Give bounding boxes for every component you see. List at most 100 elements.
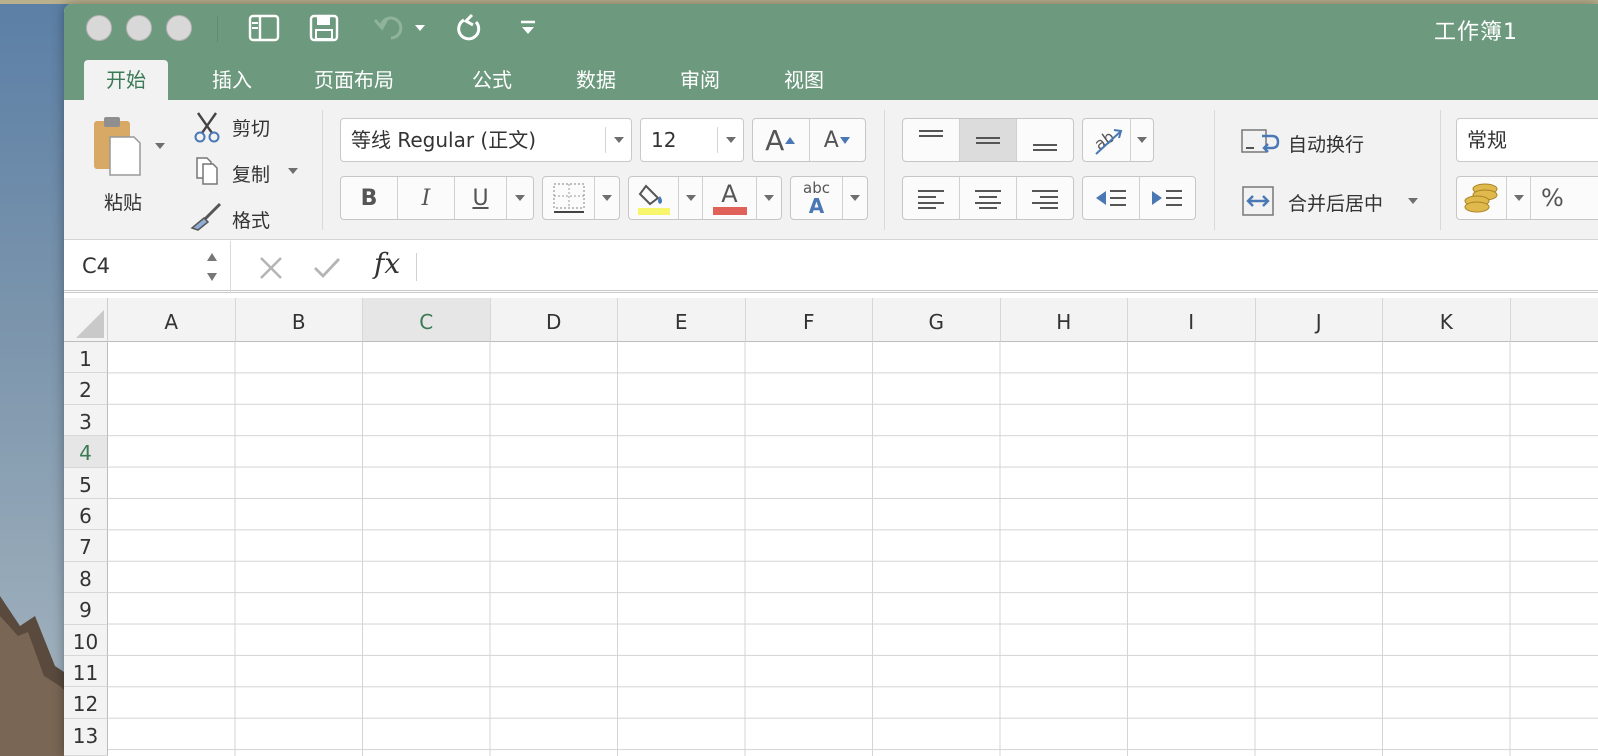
font-name-dropdown[interactable] (605, 127, 631, 153)
italic-button[interactable]: I (398, 177, 455, 219)
column-header-i[interactable]: I (1128, 298, 1256, 342)
name-box[interactable]: C4 (82, 254, 110, 278)
save-button[interactable] (308, 13, 340, 43)
select-all-corner[interactable] (64, 298, 108, 342)
wrap-text-button[interactable] (1240, 124, 1280, 158)
decrease-indent-button[interactable] (1083, 177, 1140, 219)
row-header-7[interactable]: 7 (64, 530, 108, 562)
row-header-13[interactable]: 13 (64, 718, 108, 756)
borders-dropdown[interactable] (595, 177, 619, 219)
font-size-dropdown[interactable] (717, 127, 743, 153)
column-header-b[interactable]: B (235, 298, 363, 342)
column-header-j[interactable]: J (1255, 298, 1383, 342)
cut-label[interactable]: 剪切 (232, 114, 270, 141)
align-left-button[interactable] (903, 177, 960, 219)
insert-function-icon[interactable]: fx (374, 247, 400, 280)
name-box-stepper-icon[interactable] (205, 250, 219, 284)
sidebar-toggle-button[interactable] (246, 13, 282, 43)
row-header-4[interactable]: 4 (64, 436, 108, 468)
text-orientation-dropdown[interactable] (1131, 119, 1153, 161)
tab-view[interactable]: 视图 (762, 60, 846, 100)
font-color-button[interactable]: A (703, 177, 757, 219)
row-header-5[interactable]: 5 (64, 467, 108, 499)
format-painter-label[interactable]: 格式 (232, 206, 270, 233)
text-orientation-button[interactable]: ab (1083, 119, 1131, 161)
accounting-format-button[interactable] (1457, 177, 1507, 219)
wrap-text-label[interactable]: 自动换行 (1288, 130, 1364, 157)
font-name-select[interactable]: 等线 Regular (正文) (340, 118, 632, 162)
align-bottom-button[interactable] (1017, 119, 1073, 161)
merge-center-label[interactable]: 合并后居中 (1288, 189, 1383, 216)
align-middle-button[interactable] (960, 119, 1017, 161)
tab-home[interactable]: 开始 (84, 60, 168, 100)
percent-style-button[interactable]: % (1531, 177, 1571, 219)
save-icon (309, 14, 339, 42)
row-header-11[interactable]: 11 (64, 656, 108, 688)
column-header-e[interactable]: E (618, 298, 746, 342)
redo-button[interactable] (452, 13, 486, 43)
align-center-button[interactable] (960, 177, 1017, 219)
row-header-1[interactable]: 1 (64, 342, 108, 374)
align-left-icon (918, 190, 944, 209)
font-color-dropdown[interactable] (757, 177, 781, 219)
decrease-font-size-button[interactable]: A (810, 119, 866, 161)
fill-color-button[interactable] (629, 177, 679, 219)
tab-page-layout[interactable]: 页面布局 (292, 60, 416, 100)
orientation-group: ab (1082, 118, 1154, 162)
row-header-9[interactable]: 9 (64, 593, 108, 625)
increase-font-size-button[interactable]: A (753, 119, 810, 161)
paste-button[interactable] (88, 114, 144, 178)
column-header-h[interactable]: H (1000, 298, 1128, 342)
row-header-8[interactable]: 8 (64, 561, 108, 594)
column-header-a[interactable]: A (108, 298, 236, 342)
row-header-3[interactable]: 3 (64, 404, 108, 437)
phonetic-guide-button[interactable]: abc A (791, 177, 843, 219)
tab-formulas[interactable]: 公式 (450, 60, 534, 100)
underline-button[interactable]: U (455, 177, 507, 219)
increase-indent-button[interactable] (1140, 177, 1196, 219)
customize-toolbar-button[interactable] (516, 13, 540, 43)
align-top-button[interactable] (903, 119, 960, 161)
format-painter-button[interactable] (190, 202, 224, 232)
borders-button[interactable] (543, 177, 595, 219)
bold-button[interactable]: B (341, 177, 398, 219)
accounting-format-dropdown[interactable] (1507, 177, 1531, 219)
merge-center-button[interactable] (1240, 184, 1276, 218)
copy-button[interactable] (192, 156, 222, 186)
column-header-k[interactable]: K (1383, 298, 1511, 342)
underline-options-dropdown[interactable] (507, 177, 533, 219)
font-size-select[interactable]: 12 (640, 118, 744, 162)
cancel-entry-icon[interactable] (258, 255, 284, 281)
column-header-c[interactable]: C (363, 298, 491, 342)
decrease-indent-icon (1095, 190, 1126, 206)
cell-area[interactable] (108, 342, 1598, 756)
font-size-adjust-group: A A (752, 118, 866, 162)
formula-input[interactable] (428, 251, 1588, 283)
confirm-entry-icon[interactable] (312, 255, 342, 281)
number-format-select[interactable]: 常规 (1456, 118, 1598, 162)
close-window-button[interactable] (86, 15, 112, 41)
tab-insert[interactable]: 插入 (190, 60, 274, 100)
undo-button[interactable] (368, 13, 430, 43)
fill-color-dropdown[interactable] (679, 177, 703, 219)
copy-label[interactable]: 复制 (232, 160, 270, 187)
row-header-12[interactable]: 12 (64, 687, 108, 719)
tab-data[interactable]: 数据 (554, 60, 638, 100)
zoom-window-button[interactable] (166, 15, 192, 41)
column-header-d[interactable]: D (490, 298, 618, 342)
tab-review[interactable]: 审阅 (658, 60, 742, 100)
phonetic-guide-dropdown[interactable] (843, 177, 867, 219)
align-right-button[interactable] (1017, 177, 1073, 219)
merge-center-dropdown[interactable] (1406, 196, 1420, 206)
row-header-2[interactable]: 2 (64, 373, 108, 405)
color-group: A (628, 176, 782, 220)
row-header-10[interactable]: 10 (64, 624, 108, 656)
column-header-f[interactable]: F (745, 298, 873, 342)
column-header-next[interactable] (1510, 298, 1598, 342)
paste-options-dropdown[interactable] (152, 140, 168, 152)
row-header-6[interactable]: 6 (64, 499, 108, 531)
copy-options-dropdown[interactable] (286, 166, 300, 176)
minimize-window-button[interactable] (126, 15, 152, 41)
column-header-g[interactable]: G (873, 298, 1001, 342)
cut-button[interactable] (192, 112, 222, 143)
